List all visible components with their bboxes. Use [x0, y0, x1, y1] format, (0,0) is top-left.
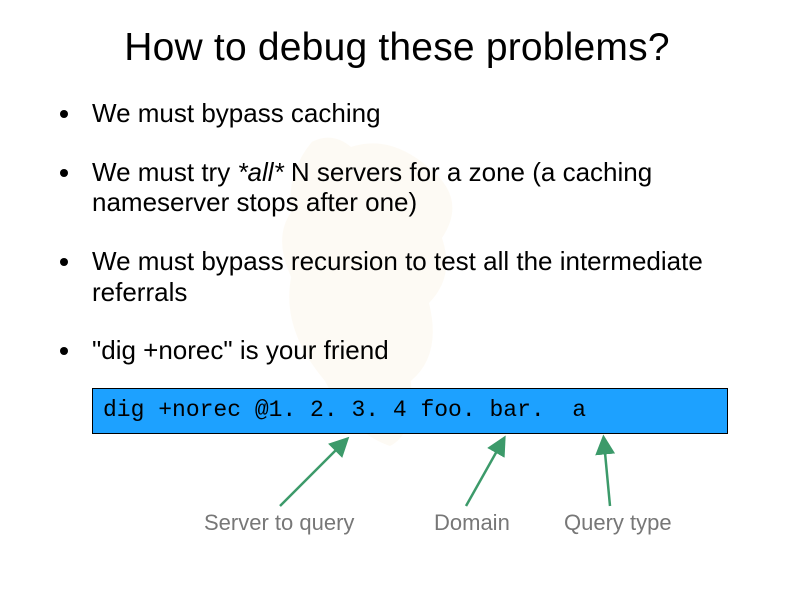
bullet-item: We must try *all* N servers for a zone (… — [48, 143, 746, 232]
label-qtype: Query type — [564, 510, 672, 536]
slide-title: How to debug these problems? — [48, 26, 746, 70]
bullet-item: We must bypass caching — [48, 84, 746, 143]
command-text: dig +norec @1. 2. 3. 4 foo. bar. a — [103, 397, 586, 423]
label-domain: Domain — [434, 510, 510, 536]
slide: How to debug these problems? We must byp… — [0, 0, 794, 595]
bullet-text: We must bypass recursion to test all the… — [92, 246, 703, 307]
bullet-text: "dig +norec" is your friend — [92, 335, 389, 365]
bullet-item: "dig +norec" is your friend — [48, 321, 746, 380]
bullet-item: We must bypass recursion to test all the… — [48, 232, 746, 321]
command-box: dig +norec @1. 2. 3. 4 foo. bar. a — [92, 388, 728, 434]
bullet-list: We must bypass caching We must try *all*… — [48, 84, 746, 380]
arrows-svg — [48, 434, 794, 554]
arrow-area: Server to query Domain Query type — [48, 434, 746, 554]
label-server: Server to query — [204, 510, 354, 536]
bullet-text-pre: We must try — [92, 157, 237, 187]
bullet-emph: *all* — [237, 157, 283, 187]
bullet-text: We must bypass caching — [92, 98, 381, 128]
